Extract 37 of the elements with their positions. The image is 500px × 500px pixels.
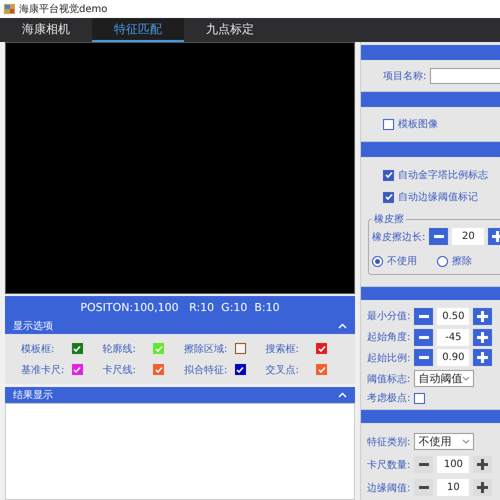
section-title: 显示选项 bbox=[13, 320, 53, 333]
option-label: 拟合特征: bbox=[184, 364, 228, 376]
stepper-label: 起始角度: bbox=[367, 330, 410, 344]
option-label: 搜索框: bbox=[266, 342, 299, 356]
checkbox-label: 模板图像 bbox=[398, 118, 438, 131]
number-field[interactable]: 20 bbox=[452, 228, 484, 245]
option-label: 模板框: bbox=[21, 342, 54, 356]
option-label: 卡尺线: bbox=[102, 364, 136, 376]
number-field[interactable]: -45 bbox=[437, 328, 470, 346]
group-title: 橡皮擦 bbox=[373, 212, 405, 226]
checkbox-label: 自动边缘阈值标记 bbox=[398, 190, 478, 204]
dropdown[interactable]: 自动阈值 bbox=[414, 370, 474, 388]
option-label: 擦除区域: bbox=[184, 342, 228, 356]
number-field[interactable]: 0.90 bbox=[437, 349, 470, 366]
tab[interactable]: 九点标定 bbox=[184, 18, 276, 42]
stepper-label: 最小分值: bbox=[367, 310, 410, 324]
number-field[interactable]: 0.50 bbox=[437, 308, 470, 325]
stepper-label: 卡尺数量: bbox=[367, 458, 410, 472]
tab[interactable]: 海康相机 bbox=[0, 18, 92, 42]
checkbox-label: 考虑极点: bbox=[367, 392, 410, 406]
dropdown[interactable]: 不使用 bbox=[414, 433, 474, 450]
radio-label: 不使用 bbox=[387, 255, 417, 268]
select-label: 特征类别: bbox=[367, 436, 410, 448]
stepper-label: 边缘阈值: bbox=[367, 482, 410, 494]
field-label: 项目名称: bbox=[383, 70, 426, 82]
stepper-label: 起始比例: bbox=[367, 352, 410, 365]
tab[interactable]: 特征匹配 bbox=[92, 18, 184, 42]
stepper-label: 橡皮擦边长: bbox=[372, 230, 426, 244]
option-label: 轮廓线: bbox=[102, 342, 136, 356]
option-label: 基准卡尺: bbox=[21, 364, 64, 376]
window-title: 海康平台视觉demo bbox=[19, 2, 108, 16]
select-label: 阈值标志: bbox=[367, 372, 410, 386]
checkbox-label: 自动金字塔比例标志 bbox=[398, 168, 488, 182]
section-title: 结果显示 bbox=[13, 388, 53, 402]
status-bar: POSITON:100,100 R:10 G:10 B:10 bbox=[5, 296, 355, 318]
option-label: 交叉点: bbox=[266, 364, 299, 376]
radio-label: 擦除 bbox=[452, 254, 472, 268]
